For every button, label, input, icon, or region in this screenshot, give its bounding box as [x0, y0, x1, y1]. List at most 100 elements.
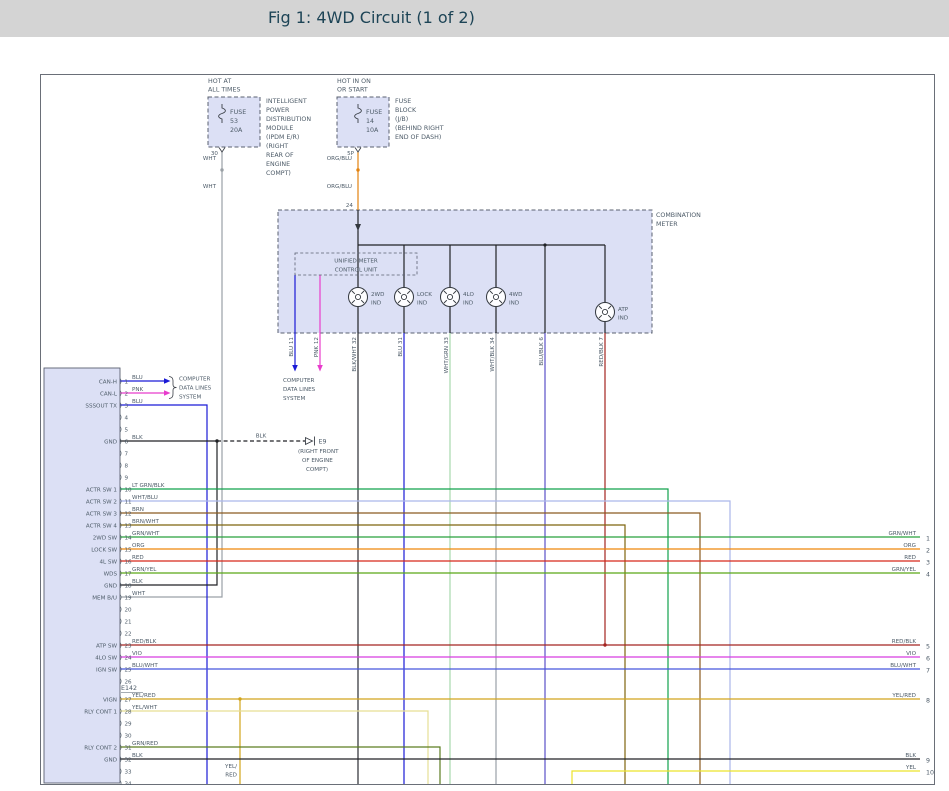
pin-bracket: ): [120, 426, 122, 433]
continuation-number: 5: [926, 644, 930, 651]
pin-bracket: ): [120, 696, 122, 703]
pin-signal-label: CAN-L: [100, 391, 118, 397]
e9-location-line: OF ENGINE: [302, 458, 333, 464]
wire-color-label: WHT: [132, 591, 146, 597]
lamp-label: LOCK: [417, 292, 432, 298]
pin-bracket: ): [120, 438, 122, 445]
pin-signal-label: ATP SW: [96, 643, 118, 649]
pin-number: 1: [125, 380, 129, 386]
pin-number: 10: [125, 488, 133, 494]
junction-dot-vign: [238, 697, 241, 700]
pin-number: 14: [125, 536, 133, 542]
continuation-number: 9: [926, 758, 930, 765]
pin-bracket: ): [120, 768, 122, 775]
wire-color-label: RED/BLK: [132, 639, 157, 645]
wiring-diagram: HOT AT ALL TIMES FUSE 53 20A 30 WHT WHT …: [40, 74, 935, 785]
branch-wire-label-1: YEL/: [224, 764, 237, 770]
wire-color-label: GRN/RED: [132, 741, 158, 747]
fuse2-number: 14: [366, 118, 374, 125]
wire-color-label: BLU/WHT: [890, 663, 916, 669]
continuation-number: 6: [926, 656, 930, 663]
wire-color-label: BLU: [132, 375, 143, 381]
fuse1-amps: 20A: [230, 127, 243, 134]
pin-number: 31: [125, 746, 133, 752]
wht-wire-label-1: WHT: [203, 156, 217, 162]
pin-number: 27: [125, 698, 133, 704]
fuse1-hot-label-1: HOT AT: [208, 78, 231, 85]
pin-bracket: ): [120, 558, 122, 565]
pin-number: 6: [125, 440, 129, 446]
jb-line: BLOCK: [395, 107, 417, 114]
wire-color-label: VIO: [132, 651, 142, 657]
pin-signal-label: LOCK SW: [91, 547, 117, 553]
junction-dot-gnd: [215, 439, 218, 442]
pin-bracket: ): [120, 630, 122, 637]
pin-number: 7: [125, 452, 129, 458]
ipdm-line: COMPT): [266, 170, 291, 177]
lamp-label: 2WD: [371, 292, 384, 298]
pin-number: 34: [125, 782, 133, 785]
data-lines-label: COMPUTER: [283, 378, 315, 384]
continuation-number: 4: [926, 572, 930, 579]
pin-bracket: ): [120, 474, 122, 481]
lamp-label: IND: [417, 301, 427, 307]
pin-signal-label: 4LO SW: [95, 655, 117, 661]
continuation-number: 2: [926, 548, 930, 555]
pin-number: 11: [125, 500, 133, 506]
meter-title-2: METER: [656, 221, 678, 228]
lamp-label: IND: [509, 301, 519, 307]
pin-signal-label: RLY CONT 2: [84, 745, 117, 751]
figure-title-bar: Fig 1: 4WD Circuit (1 of 2): [0, 0, 949, 37]
wire-color-label: YEL/RED: [891, 693, 916, 699]
ipdm-line: REAR OF: [266, 152, 294, 159]
fuse1-number: 53: [230, 118, 238, 125]
meter-pin-label: BLU 11: [289, 337, 295, 357]
data-lines-label: SYSTEM: [283, 396, 305, 402]
pin-signal-label: SSSOUT TX: [85, 403, 117, 409]
fuse2-hot-label-2: OR START: [337, 87, 368, 94]
pin-signal-label: ACTR SW 1: [86, 487, 118, 493]
jb-line: FUSE: [395, 98, 411, 105]
meter-pin-label: PNK 12: [314, 337, 320, 357]
pin-signal-label: RLY CONT 1: [84, 709, 117, 715]
indicator-lamp: [487, 288, 506, 307]
meter-pin-label: BLU 31: [398, 337, 404, 357]
pin-bracket: ): [120, 720, 122, 727]
wire-color-label: BRN: [132, 507, 144, 513]
pin-bracket: ): [120, 642, 122, 649]
continuation-number: 8: [926, 698, 930, 705]
pin-number: 28: [125, 710, 133, 716]
wire-color-label: VIO: [906, 651, 916, 657]
pin-signal-label: VIGN: [103, 697, 117, 703]
continuation-number: 1: [926, 536, 930, 543]
pin-number: 9: [125, 476, 129, 482]
meter-pin-label: BLU/BLK 6: [539, 337, 545, 366]
pin-bracket: ): [120, 756, 122, 763]
wire-color-label: BLK: [132, 753, 143, 759]
pin-signal-label: GND: [104, 583, 117, 589]
pin-signal-label: GND: [104, 757, 117, 763]
wire-color-label: BRN/WHT: [132, 519, 160, 525]
pin-bracket: ): [120, 450, 122, 457]
pin-bracket: ): [120, 486, 122, 493]
wire-color-label: YEL/RED: [131, 693, 156, 699]
ipdm-line: POWER: [266, 107, 290, 114]
pin-signal-label: 4L SW: [99, 559, 117, 565]
indicator-lamp: [596, 303, 615, 322]
pin-bracket: ): [120, 582, 122, 589]
fuse1-hot-label-2: ALL TIMES: [208, 87, 240, 94]
wire-color-label: BLU: [132, 399, 143, 405]
pin-bracket: ): [120, 732, 122, 739]
wire-color-label: ORG: [903, 543, 916, 549]
ipdm-line: ENGINE: [266, 161, 290, 168]
jb-line: (J/B): [395, 116, 408, 123]
meter-pin-label: WHT/GRN 33: [444, 337, 450, 374]
meter-pin-label: WHT/BLK 34: [490, 337, 496, 372]
pin-bracket: ): [120, 744, 122, 751]
pin-bracket: ): [120, 618, 122, 625]
diagram-canvas: HOT AT ALL TIMES FUSE 53 20A 30 WHT WHT …: [40, 74, 935, 785]
wire-color-label: BLK: [132, 435, 143, 441]
pin-signal-label: ACTR SW 4: [86, 523, 118, 529]
meter-pin-label: RED/BLK 7: [599, 337, 605, 367]
orgblu-wire-label-1: ORG/BLU: [327, 156, 352, 162]
